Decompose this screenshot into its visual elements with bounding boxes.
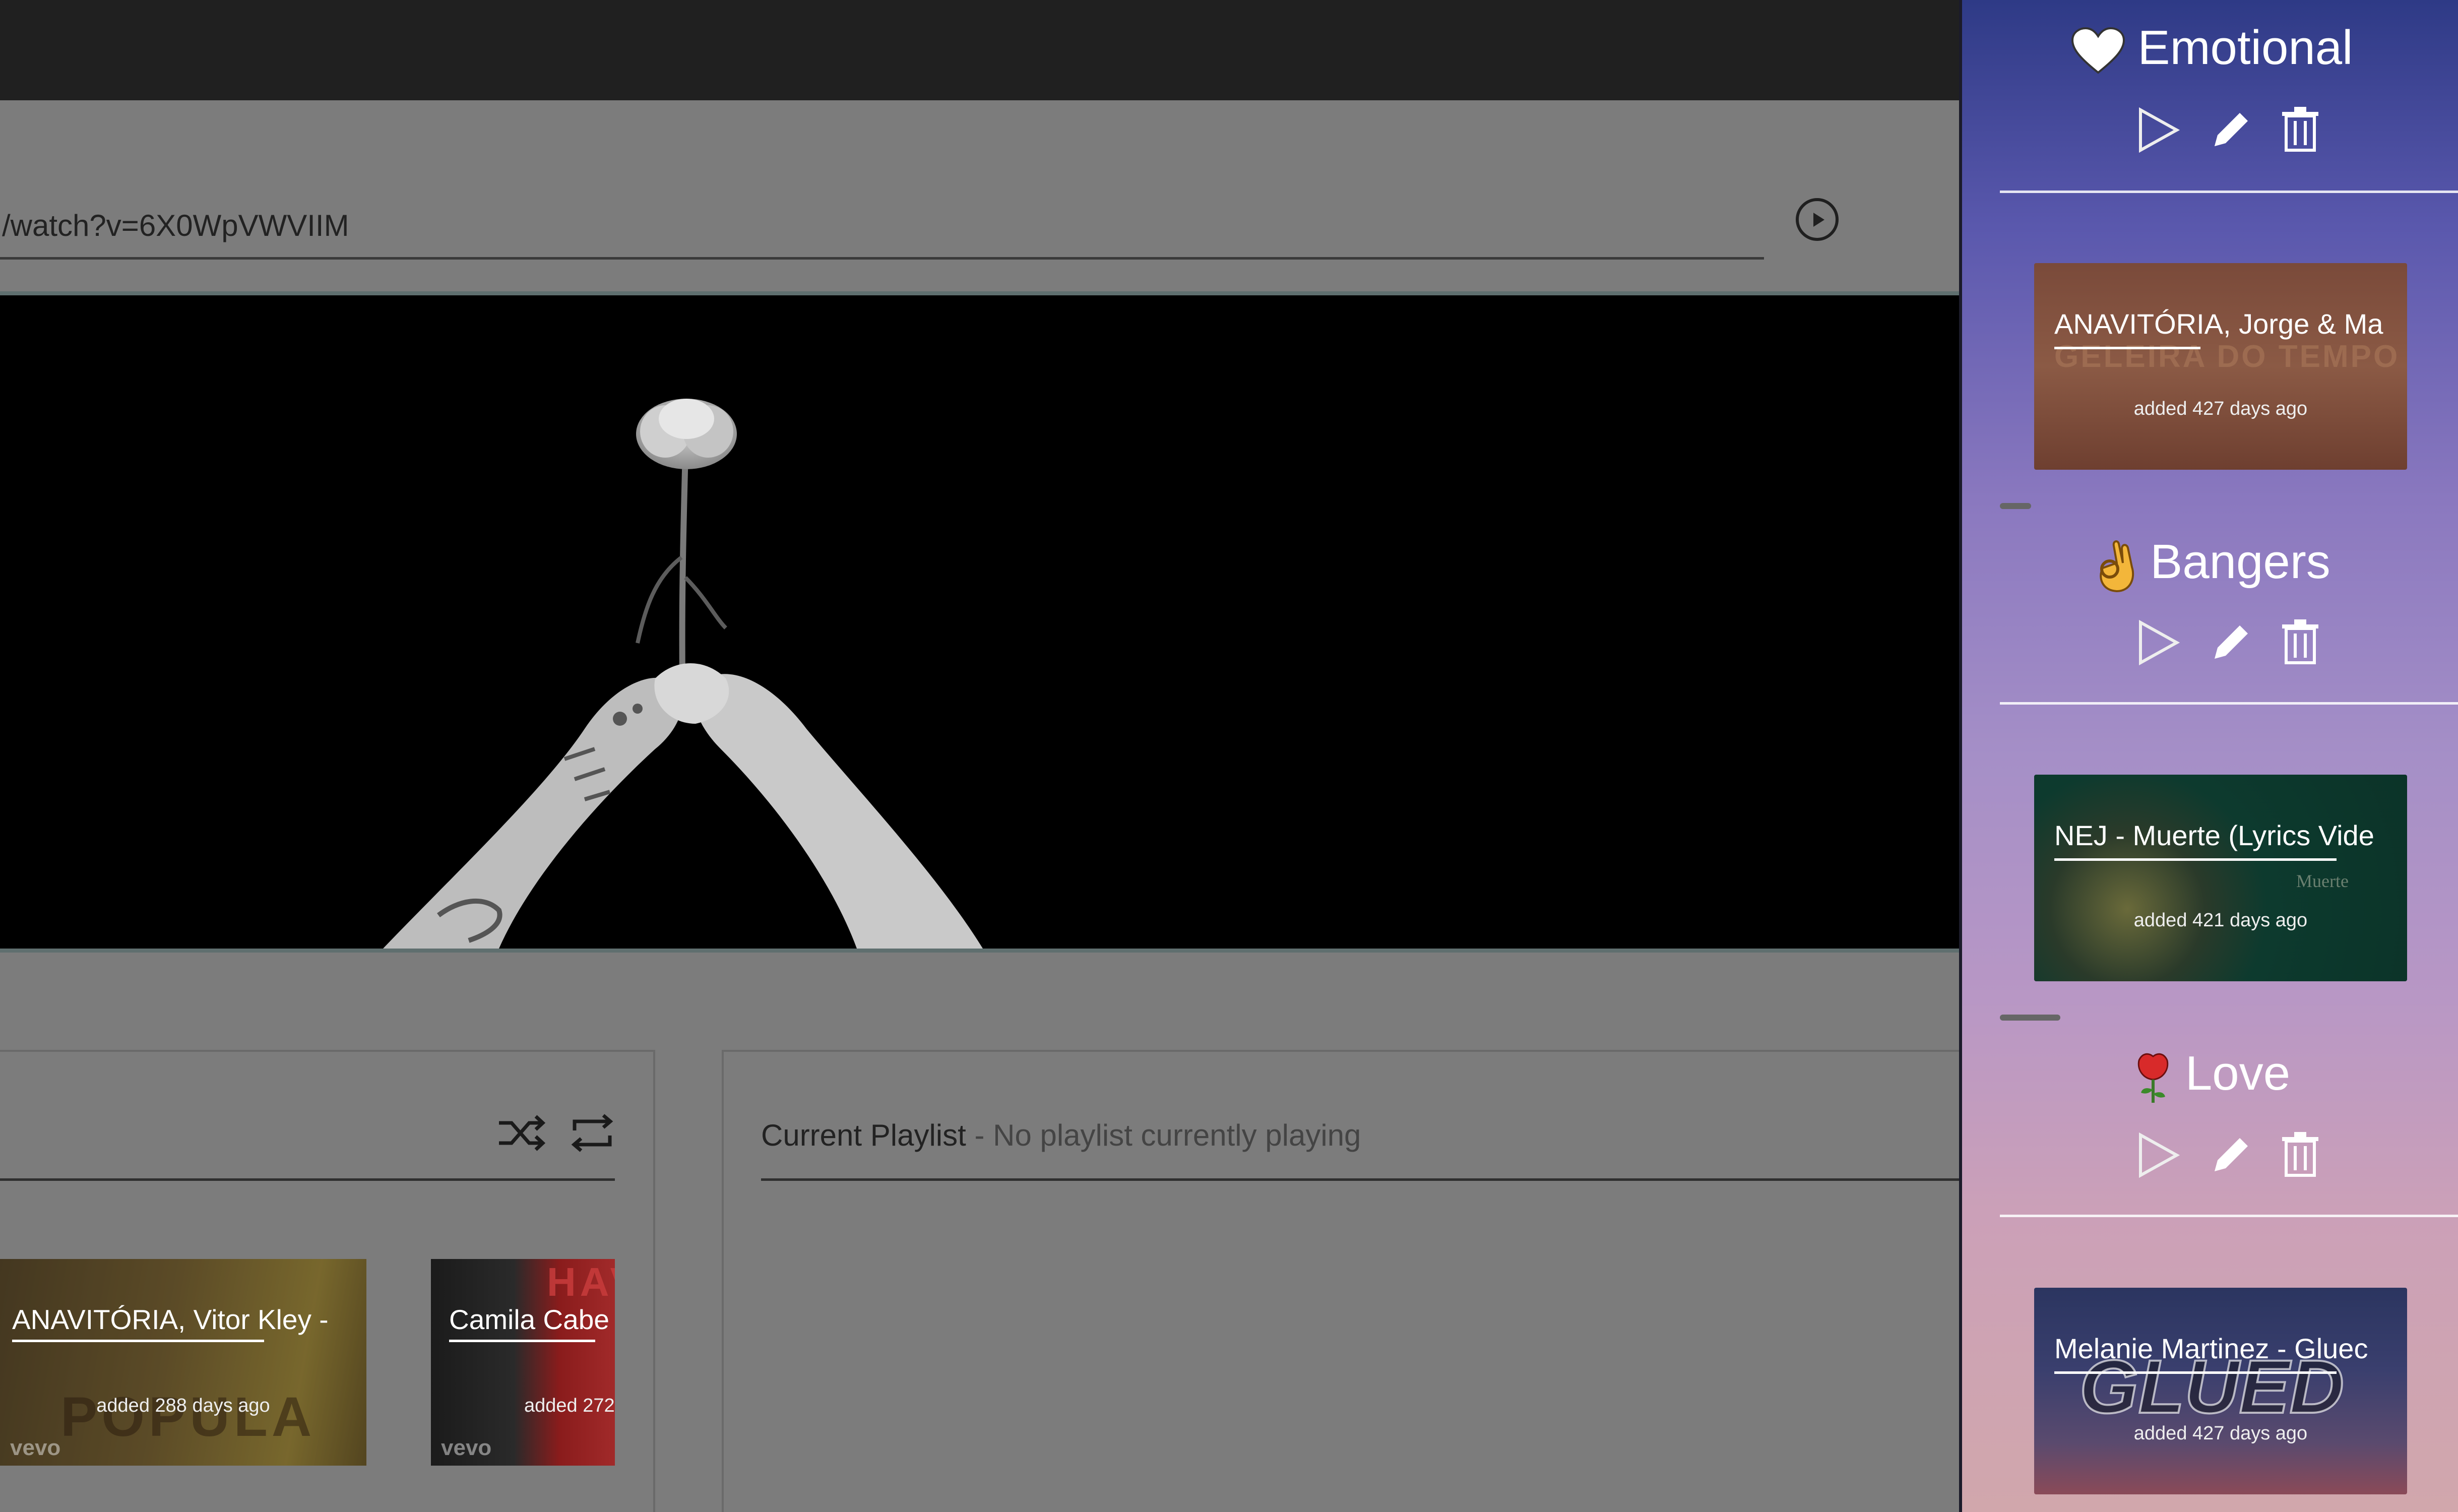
queue-header-divider — [0, 1178, 615, 1181]
delete-playlist-icon[interactable] — [2276, 617, 2324, 668]
queue-card-added: added 272 — [524, 1395, 615, 1416]
video-card-title: Melanie Martinez - Gluec — [2054, 1333, 2368, 1364]
play-playlist-icon[interactable] — [2133, 105, 2182, 155]
edit-playlist-icon[interactable] — [2205, 105, 2254, 155]
rose-icon — [2137, 1053, 2169, 1103]
playlist-divider — [2000, 1215, 2458, 1217]
playlist-divider — [2000, 702, 2458, 705]
title-underline — [2054, 858, 2337, 861]
playlist-name: Bangers — [2150, 535, 2330, 589]
queue-card-title: Camila Cabe — [449, 1304, 609, 1335]
video-card-added: added 427 days ago — [2133, 398, 2308, 419]
queue-card-title: ANAVITÓRIA, Vitor Kley - — [12, 1304, 329, 1335]
playlist-name: Love — [2185, 1046, 2291, 1100]
delete-playlist-icon[interactable] — [2276, 1130, 2324, 1180]
thumbnail-watermark: GELEIRA DO TEMPO — [2054, 339, 2400, 374]
video-card-title: NEJ - Muerte (Lyrics Vide — [2054, 820, 2374, 851]
play-playlist-icon[interactable] — [2133, 1130, 2182, 1180]
playlist-header-emotional: Emotional — [1962, 20, 2458, 76]
title-underline — [2054, 1371, 2337, 1374]
playlist-video-card[interactable]: GLUED Melanie Martinez - Gluec added 427… — [2034, 1288, 2407, 1494]
playlist-name: Emotional — [2137, 21, 2353, 75]
playlist-header-bangers: Bangers — [1962, 534, 2458, 593]
drag-handle[interactable] — [2000, 1015, 2060, 1021]
vevo-badge: vevo — [10, 1435, 61, 1460]
video-url-input[interactable] — [0, 194, 1764, 260]
queue-card-added: added 288 days ago — [96, 1395, 270, 1416]
edit-playlist-icon[interactable] — [2205, 1130, 2254, 1180]
edit-playlist-icon[interactable] — [2205, 617, 2254, 668]
shuffle-icon[interactable] — [496, 1110, 547, 1156]
ok-hand-icon — [2100, 540, 2134, 592]
playlists-sidebar: Emotional GELEIRA DO TEMPO ANAVITÓRIA, J… — [1959, 0, 2458, 1512]
playlist-video-card[interactable]: GELEIRA DO TEMPO ANAVITÓRIA, Jorge & Ma … — [2034, 263, 2407, 470]
delete-playlist-icon[interactable] — [2276, 105, 2324, 155]
playlist-actions — [1962, 105, 2458, 155]
play-circle-icon — [1813, 212, 1824, 227]
drag-handle[interactable] — [2000, 503, 2031, 509]
current-playlist-heading: Current Playlist - No playlist currently… — [761, 1118, 1361, 1153]
playlist-actions — [1962, 617, 2458, 668]
video-card-added: added 427 days ago — [2133, 1423, 2308, 1444]
video-card-title: ANAVITÓRIA, Jorge & Ma — [2054, 308, 2383, 340]
playlist-divider — [2000, 191, 2458, 193]
title-underline — [449, 1340, 595, 1342]
top-bar — [0, 0, 1959, 100]
current-playlist-label: Current Playlist — [761, 1118, 966, 1152]
repeat-icon[interactable] — [567, 1110, 617, 1156]
white-heart-icon — [2071, 27, 2125, 74]
thumbnail-watermark: Muerte — [2296, 871, 2349, 891]
current-playlist-divider — [761, 1178, 1959, 1181]
video-player[interactable] — [0, 291, 1959, 953]
thumbnail-watermark: HAV — [547, 1259, 615, 1304]
queue-card[interactable]: HAV Camila Cabe added 272 vevo — [431, 1259, 615, 1466]
play-playlist-icon[interactable] — [2133, 617, 2182, 668]
video-frame-image — [383, 399, 983, 949]
play-url-button[interactable] — [1796, 198, 1839, 241]
current-playlist-status: - No playlist currently playing — [966, 1118, 1361, 1152]
playlist-video-card[interactable]: Muerte NEJ - Muerte (Lyrics Vide added 4… — [2034, 775, 2407, 981]
thumbnail-shade — [0, 1259, 366, 1466]
title-underline — [2054, 347, 2200, 349]
video-card-added: added 421 days ago — [2133, 910, 2308, 931]
queue-card[interactable]: POPULA ANAVITÓRIA, Vitor Kley - added 28… — [0, 1259, 366, 1466]
playlist-header-love: Love — [1962, 1046, 2458, 1105]
vevo-badge: vevo — [441, 1435, 492, 1460]
title-underline — [12, 1340, 264, 1342]
playlist-actions — [1962, 1130, 2458, 1180]
